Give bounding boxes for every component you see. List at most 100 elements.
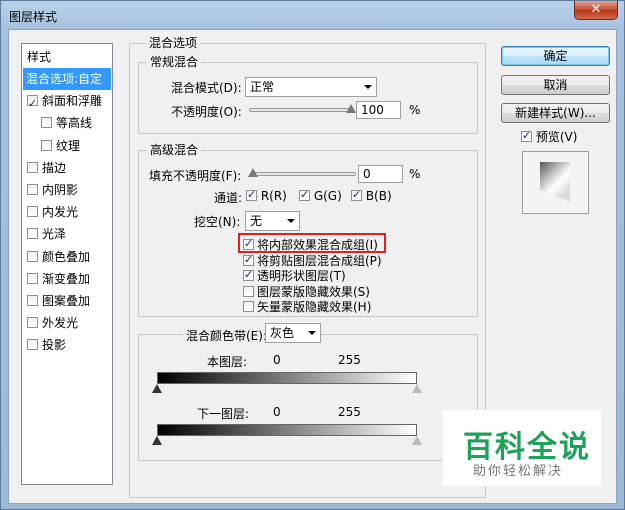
opacity-input[interactable]: 100 xyxy=(356,101,401,119)
advanced-option-label: 将内部效果混合成组(I) xyxy=(257,238,378,252)
style-item-label: 渐变叠加 xyxy=(42,271,91,286)
style-item-checkbox[interactable] xyxy=(27,93,38,115)
channel-r-label: R(R) xyxy=(260,189,287,203)
advanced-option[interactable]: 透明形状图层(T) xyxy=(243,267,346,284)
advanced-blending-group: 高级混合 填充不透明度(F): 0 % 通道: R(R) G(G) xyxy=(138,143,478,317)
advanced-option[interactable]: 将内部效果混合成组(I) xyxy=(243,236,378,253)
style-item-checkbox[interactable] xyxy=(27,295,38,306)
watermark-subtitle: 助你轻松解决 xyxy=(473,464,564,479)
preview-checkbox[interactable] xyxy=(521,129,532,142)
fill-opacity-slider-thumb[interactable] xyxy=(248,168,258,177)
cancel-button[interactable]: 取消 xyxy=(501,75,610,95)
channel-g[interactable]: G(G) xyxy=(299,188,342,203)
blend-if-group: 混合颜色带(E): 灰色 本图层: 0 255 下一图层: 0 255 xyxy=(138,323,478,461)
knockout-label: 挖空(N): xyxy=(194,215,241,229)
style-item-label: 外发光 xyxy=(42,316,79,331)
preview-toggle[interactable]: 预览(V) xyxy=(521,128,577,145)
opacity-value: 100 xyxy=(361,103,384,117)
style-item[interactable]: 斜面和浮雕 xyxy=(23,90,111,115)
this-layer-white-slider[interactable] xyxy=(412,384,422,393)
style-item[interactable]: 混合选项:自定 xyxy=(23,68,111,90)
style-item[interactable]: 内发光 xyxy=(23,201,111,223)
styles-list-header[interactable]: 样式 xyxy=(25,47,51,67)
title-bar[interactable]: 图层样式 ✕ xyxy=(1,1,624,29)
advanced-option[interactable]: 将剪贴图层混合成组(P) xyxy=(243,252,382,269)
opacity-slider-thumb[interactable] xyxy=(346,104,356,113)
underlying-layer-white-slider[interactable] xyxy=(412,436,422,445)
style-item-checkbox[interactable] xyxy=(27,339,38,351)
advanced-option-label: 矢量蒙版隐藏效果(H) xyxy=(257,300,372,314)
style-item-checkbox[interactable] xyxy=(27,161,38,173)
close-button[interactable]: ✕ xyxy=(574,1,618,20)
this-layer-label: 本图层: xyxy=(207,355,248,369)
underlying-layer-black-slider[interactable] xyxy=(152,436,162,445)
channel-g-checkbox[interactable] xyxy=(299,188,310,201)
style-item-label: 混合选项:自定 xyxy=(26,72,103,86)
style-item[interactable]: 描边 xyxy=(23,157,111,179)
knockout-select[interactable]: 无 xyxy=(245,211,300,231)
blend-if-label: 混合颜色带(E): xyxy=(183,327,270,344)
fill-opacity-input[interactable]: 0 xyxy=(358,165,403,183)
style-item-label: 颜色叠加 xyxy=(42,249,91,264)
preview-swatch xyxy=(540,162,570,202)
blend-mode-label: 混合模式(D): xyxy=(171,81,242,95)
style-item-checkbox[interactable] xyxy=(41,117,52,129)
advanced-blending-title: 高级混合 xyxy=(147,143,202,157)
style-item-checkbox[interactable] xyxy=(41,139,52,151)
advanced-option[interactable]: 矢量蒙版隐藏效果(H) xyxy=(243,298,371,315)
fill-opacity-slider[interactable] xyxy=(251,172,356,176)
advanced-option-checkbox[interactable] xyxy=(243,301,254,312)
advanced-option-checkbox[interactable] xyxy=(243,285,254,297)
channel-r[interactable]: R(R) xyxy=(246,188,287,203)
this-layer-black-slider[interactable] xyxy=(152,384,162,393)
advanced-option-checkbox[interactable] xyxy=(243,268,254,281)
blend-mode-select[interactable]: 正常 xyxy=(245,77,377,97)
style-item-label: 斜面和浮雕 xyxy=(42,94,103,109)
advanced-option[interactable]: 图层蒙版隐藏效果(S) xyxy=(243,283,370,300)
advanced-option-label: 将剪贴图层混合成组(P) xyxy=(257,253,382,268)
styles-list: 样式 混合选项:自定斜面和浮雕等高线纹理描边内阴影内发光光泽颜色叠加渐变叠加图案… xyxy=(21,43,113,485)
style-item[interactable]: 内阴影 xyxy=(23,179,111,201)
style-item[interactable]: 光泽 xyxy=(23,223,111,245)
style-item-label: 投影 xyxy=(42,338,67,353)
underlying-layer-min: 0 xyxy=(273,405,281,419)
style-item[interactable]: 投影 xyxy=(23,334,111,356)
style-item[interactable]: 颜色叠加 xyxy=(23,246,111,268)
style-item-label: 纹理 xyxy=(56,138,81,153)
style-item-checkbox[interactable] xyxy=(27,206,38,218)
style-item-checkbox[interactable] xyxy=(27,250,38,262)
style-item-checkbox[interactable] xyxy=(27,317,38,329)
style-item[interactable]: 外发光 xyxy=(23,312,111,334)
general-blending-title: 常规混合 xyxy=(147,55,202,69)
advanced-option-checkbox[interactable] xyxy=(243,237,254,250)
this-layer-max: 255 xyxy=(338,353,361,367)
style-item-label: 内阴影 xyxy=(42,183,79,197)
style-item-checkbox[interactable] xyxy=(27,184,38,195)
style-item-checkbox[interactable] xyxy=(27,228,38,240)
blend-options-group: 混合选项 常规混合 混合模式(D): 正常 不透明度(O): 100 % 高级混… xyxy=(129,36,486,498)
ok-button[interactable]: 确定 xyxy=(501,46,610,66)
new-style-button[interactable]: 新建样式(W)... xyxy=(501,103,610,123)
channel-r-checkbox[interactable] xyxy=(246,188,257,201)
style-item[interactable]: 纹理 xyxy=(23,135,111,157)
blend-if-value: 灰色 xyxy=(270,326,295,340)
style-item[interactable]: 渐变叠加 xyxy=(23,268,111,290)
channel-b-checkbox[interactable] xyxy=(351,188,362,201)
fill-opacity-unit: % xyxy=(409,167,421,181)
blend-mode-value: 正常 xyxy=(250,80,275,94)
style-item[interactable]: 图案叠加 xyxy=(23,290,111,312)
underlying-layer-gradient[interactable] xyxy=(157,424,417,436)
style-item-label: 等高线 xyxy=(56,116,93,131)
fill-opacity-value: 0 xyxy=(363,167,371,181)
style-item-checkbox[interactable] xyxy=(27,272,38,284)
style-item-label: 内发光 xyxy=(42,205,79,220)
opacity-slider[interactable] xyxy=(249,108,354,112)
this-layer-gradient[interactable] xyxy=(157,372,417,384)
blend-if-select[interactable]: 灰色 xyxy=(265,323,321,343)
watermark: 百科全说 助你轻松解决 xyxy=(443,410,601,486)
opacity-unit: % xyxy=(409,103,421,117)
advanced-option-checkbox[interactable] xyxy=(243,253,254,266)
chevron-down-icon xyxy=(287,219,295,223)
style-item[interactable]: 等高线 xyxy=(23,112,111,134)
channel-b[interactable]: B(B) xyxy=(351,188,392,203)
